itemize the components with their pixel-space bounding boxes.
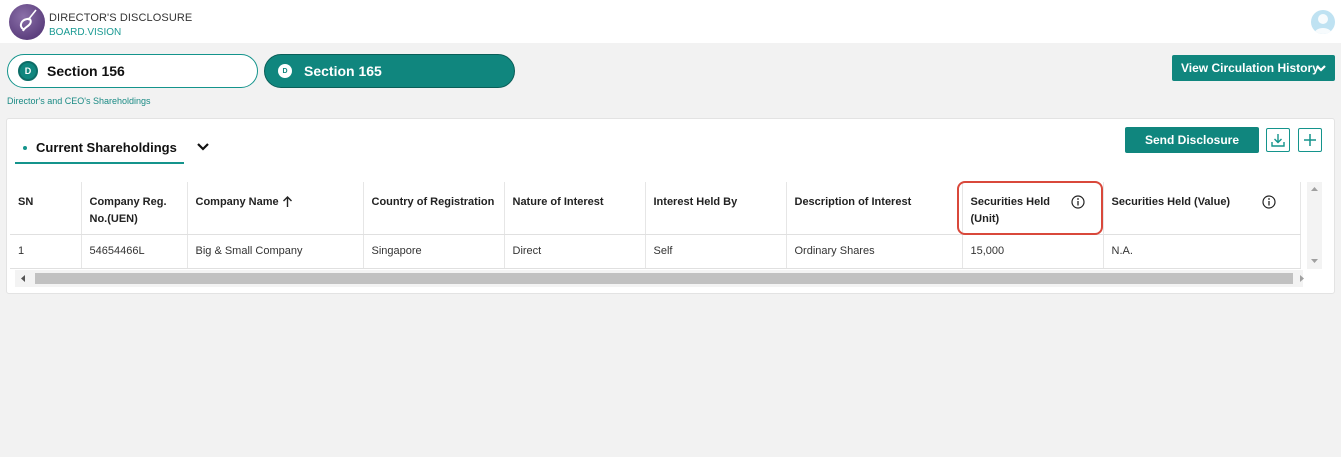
header-country[interactable]: Country of Registration [363, 182, 505, 235]
header-label: Interest Held By [653, 196, 738, 208]
header-label: Company Reg. No.(UEN) [89, 196, 167, 225]
header-company-name[interactable]: Company Name [187, 182, 364, 235]
chevron-down-icon[interactable] [196, 141, 210, 153]
tab-dot [23, 145, 27, 150]
scroll-up-icon[interactable] [1311, 186, 1318, 192]
view-circulation-history-button[interactable]: View Circulation History [1172, 55, 1335, 81]
tab-label: Current Shareholdings [36, 140, 177, 155]
section-156-pill[interactable]: D Section 156 [7, 54, 258, 88]
cell-securities-unit: 15,000 [962, 234, 1104, 269]
app-subtitle: BOARD.VISION [49, 27, 122, 38]
table-header-row: SN Company Reg. No.(UEN) Company Name Co… [10, 182, 1301, 235]
cell-company-reg: 54654466L [81, 234, 188, 269]
section-165-label: Section 165 [304, 63, 382, 79]
securities-unit-highlight [957, 181, 1103, 235]
header-securities-value[interactable]: Securities Held (Value) [1103, 182, 1301, 235]
cell-company-name: Big & Small Company [187, 234, 364, 269]
scroll-left-icon[interactable] [20, 275, 26, 282]
cell-nature: Direct [504, 234, 646, 269]
section-badge: D [18, 61, 38, 81]
send-disclosure-label: Send Disclosure [1144, 133, 1240, 147]
header-label: SN [18, 196, 34, 208]
scroll-down-icon[interactable] [1311, 258, 1318, 264]
cell-description: Ordinary Shares [786, 234, 963, 269]
section-156-label: Section 156 [47, 63, 125, 79]
scroll-right-icon[interactable] [1299, 275, 1305, 282]
cell-interest-held-by: Self [645, 234, 787, 269]
header-company-reg[interactable]: Company Reg. No.(UEN) [81, 182, 188, 235]
logo-icon [9, 4, 45, 40]
download-icon [1271, 134, 1285, 147]
header-nature[interactable]: Nature of Interest [504, 182, 646, 235]
info-icon[interactable] [1261, 195, 1276, 209]
cell-country: Singapore [363, 234, 505, 269]
table-row[interactable]: 1 54654466L Big & Small Company Singapor… [10, 234, 1301, 269]
chevron-down-icon [1316, 65, 1326, 72]
send-disclosure-button[interactable]: Send Disclosure [1125, 127, 1259, 153]
header-label: Description of Interest [794, 196, 912, 208]
plus-icon [1304, 134, 1316, 146]
app-title: DIRECTOR'S DISCLOSURE [49, 12, 193, 24]
tab-current-shareholdings[interactable]: Current Shareholdings [15, 133, 184, 164]
top-bar: DIRECTOR'S DISCLOSURE BOARD.VISION [0, 0, 1341, 43]
header-description[interactable]: Description of Interest [786, 182, 963, 235]
vertical-scrollbar[interactable] [1307, 182, 1322, 269]
section-165-pill[interactable]: D Section 165 [264, 54, 515, 88]
header-sn[interactable]: SN [10, 182, 82, 235]
sort-up-icon[interactable] [282, 196, 293, 208]
header-label: Company Name [195, 196, 279, 208]
avatar-icon[interactable] [1311, 10, 1335, 34]
header-interest-held-by[interactable]: Interest Held By [645, 182, 787, 235]
header-label: Securities Held (Value) [1111, 196, 1231, 208]
shareholdings-card: Current Shareholdings Send Disclosure SN… [6, 118, 1335, 294]
horizontal-scroll-thumb[interactable] [35, 273, 1293, 284]
cell-sn: 1 [10, 234, 82, 269]
download-button[interactable] [1266, 128, 1290, 152]
header-label: Nature of Interest [512, 196, 604, 208]
view-history-label: View Circulation History [1181, 61, 1319, 75]
breadcrumb: Director's and CEO's Shareholdings [7, 96, 151, 106]
add-button[interactable] [1298, 128, 1322, 152]
shareholdings-table: SN Company Reg. No.(UEN) Company Name Co… [10, 182, 1301, 269]
header-label: Country of Registration [371, 196, 495, 208]
cell-securities-value: N.A. [1103, 234, 1301, 269]
horizontal-scrollbar[interactable] [15, 270, 1305, 287]
section-badge: D [278, 64, 292, 78]
